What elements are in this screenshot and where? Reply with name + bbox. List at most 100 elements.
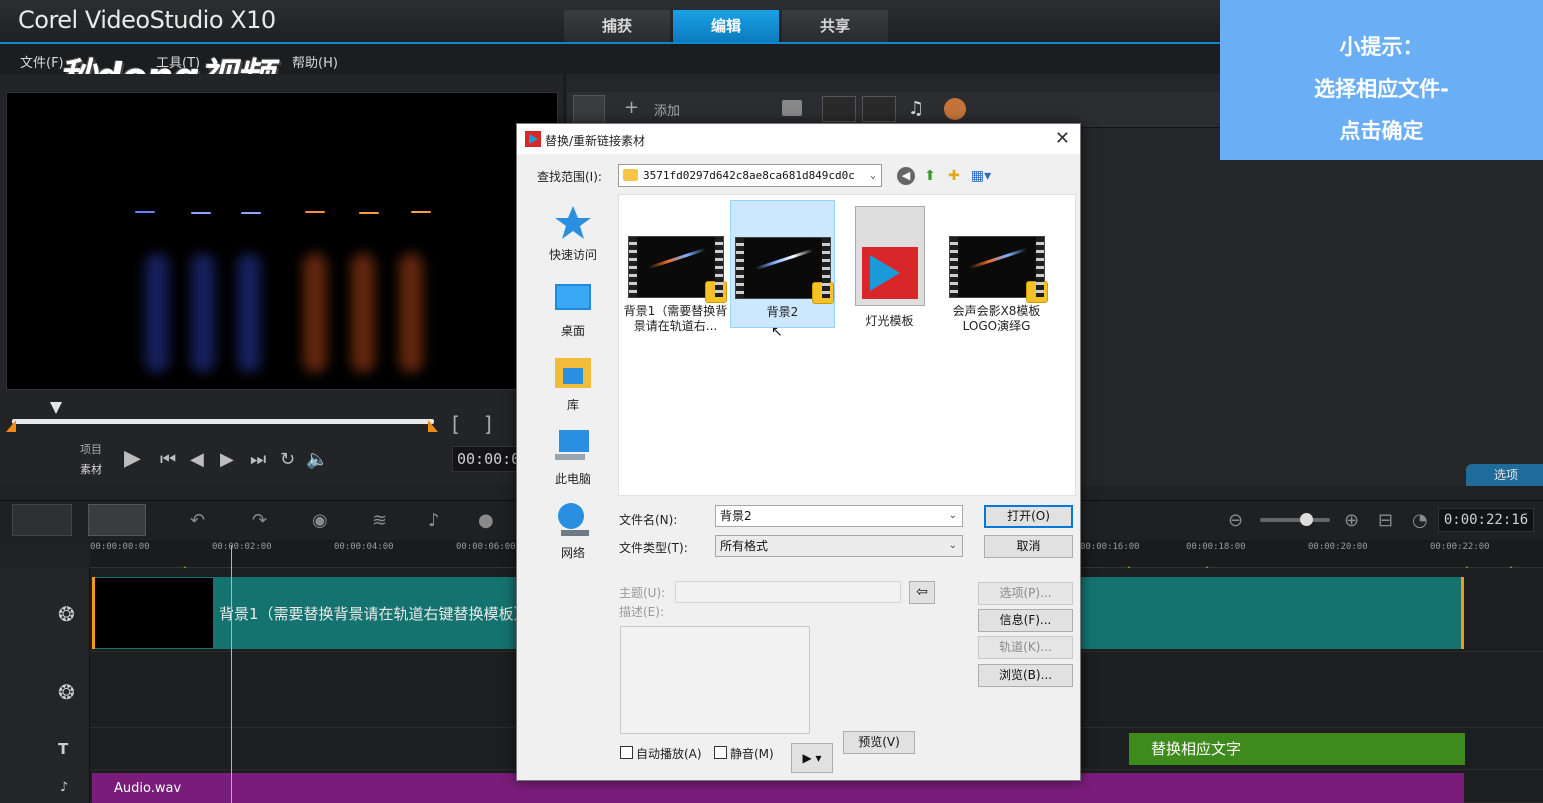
app-window: Corel VideoStudio X10 捕获 编辑 共享 文件(F) 工具(… <box>0 0 1543 803</box>
up-folder-icon[interactable]: ⬆ <box>921 167 939 185</box>
overlay-track-icon[interactable]: ❂ <box>58 680 75 704</box>
cancel-button[interactable]: 取消 <box>984 535 1073 558</box>
video-clip-label: 背景1（需要替换背景请在轨道右键替换模板） <box>219 605 529 623</box>
show-audio-icon[interactable]: ♫ <box>908 98 924 119</box>
record-capture-icon[interactable]: ◉ <box>312 510 328 531</box>
video-badge-icon <box>704 281 727 303</box>
description-label: 描述(E): <box>619 605 664 619</box>
mute-label: 静音(M) <box>730 747 774 761</box>
project-duration-icon[interactable]: ◔ <box>1412 510 1428 531</box>
filetype-select[interactable]: 所有格式 ⌄ <box>715 535 963 557</box>
autoplay-checkbox[interactable] <box>620 746 633 759</box>
tab-edit[interactable]: 编辑 <box>673 10 779 42</box>
arrow-left-icon[interactable]: ⇦ <box>909 581 935 604</box>
play-icon[interactable]: ▶ <box>124 446 141 471</box>
track-button[interactable]: 轨道(K)... <box>978 636 1073 659</box>
lookin-value: 3571fd0297d642c8ae8ca681d849cd0c <box>643 169 855 182</box>
file-item[interactable]: 会声会影X8模板LOGO演绎G <box>944 200 1049 333</box>
subject-field[interactable] <box>675 581 901 603</box>
subject-label: 主题(U): <box>619 586 666 600</box>
show-photo-icon[interactable] <box>862 96 896 122</box>
previous-frame-icon[interactable]: ◀ <box>190 449 204 470</box>
ruler-tick: 00:00:04:00 <box>334 542 394 552</box>
close-icon[interactable]: ✕ <box>1055 128 1070 149</box>
preview-screen <box>6 92 558 390</box>
place-library[interactable]: 库 <box>527 352 619 413</box>
video-track-icon[interactable]: ❂ <box>58 602 75 626</box>
auto-music-icon[interactable]: ♪ <box>428 510 440 531</box>
sort-icon[interactable] <box>944 98 966 120</box>
motion-tracking-icon[interactable]: ● <box>478 510 494 531</box>
options-button[interactable]: 选项 <box>1466 464 1543 486</box>
show-video-icon[interactable] <box>822 96 856 122</box>
video-clip-thumbnail <box>95 578 213 648</box>
filename-value: 背景2 <box>720 509 752 523</box>
library-icon <box>553 352 593 392</box>
title-track-icon[interactable]: T <box>58 740 68 758</box>
file-item[interactable]: 背景1（需要替换背景请在轨道右... <box>623 200 728 333</box>
clip-mode-label[interactable]: 素材 <box>80 461 102 477</box>
home-icon[interactable]: ⏮ <box>160 449 176 470</box>
place-label: 库 <box>566 398 579 412</box>
place-network[interactable]: 网络 <box>527 500 619 561</box>
timeline-view-icon[interactable] <box>88 504 146 536</box>
timeline-timecode[interactable]: 0:00:22:16 <box>1438 508 1534 532</box>
back-icon[interactable]: ◀ <box>897 167 915 185</box>
light-spark <box>411 211 431 213</box>
storyboard-view-icon[interactable] <box>12 504 72 536</box>
tab-capture[interactable]: 捕获 <box>564 10 670 42</box>
place-desktop[interactable]: 桌面 <box>527 278 619 339</box>
zoom-in-icon[interactable]: ⊕ <box>1344 510 1359 531</box>
lookin-dropdown[interactable]: 3571fd0297d642c8ae8ca681d849cd0c ⌄ <box>618 164 882 187</box>
file-name: 灯光模板 <box>865 314 914 328</box>
info-button[interactable]: 信息(F)... <box>978 609 1073 632</box>
light-beam <box>145 253 169 373</box>
playhead[interactable] <box>231 545 232 803</box>
file-list[interactable]: 背景1（需要替换背景请在轨道右... 背景2 灯光模板 会声会影X8模板LOGO… <box>618 194 1076 496</box>
file-item-selected[interactable]: 背景2 <box>730 200 835 328</box>
sound-mixer-icon[interactable]: ≋ <box>372 510 387 531</box>
menu-help[interactable]: 帮助(H) <box>292 52 338 71</box>
next-frame-icon[interactable]: ▶ <box>220 449 234 470</box>
project-mode-label[interactable]: 项目 <box>80 441 102 457</box>
redo-icon[interactable]: ↷ <box>252 510 267 531</box>
view-menu-icon[interactable]: ▦▾ <box>969 167 993 185</box>
options-button[interactable]: 选项(P)... <box>978 582 1073 605</box>
zoom-out-icon[interactable]: ⊖ <box>1228 510 1243 531</box>
app-logo-icon <box>525 131 541 147</box>
light-spark <box>191 212 211 214</box>
mute-checkbox[interactable] <box>714 746 727 759</box>
zoom-slider-thumb[interactable] <box>1300 513 1313 526</box>
end-icon[interactable]: ⏭ <box>250 449 266 470</box>
media-library-icon[interactable] <box>573 95 605 125</box>
ruler-tick: 00:00:22:00 <box>1430 542 1490 552</box>
place-this-pc[interactable]: 此电脑 <box>527 426 619 487</box>
title-clip[interactable]: 替换相应文字 <box>1129 733 1465 765</box>
video-thumbnail <box>734 237 834 304</box>
filename-label: 文件名(N): <box>619 513 678 527</box>
add-icon[interactable]: + <box>624 97 639 118</box>
undo-icon[interactable]: ↶ <box>190 510 205 531</box>
zoom-slider[interactable] <box>1260 518 1330 522</box>
play-preview-icon[interactable]: ▶ ▾ <box>791 743 833 773</box>
file-item[interactable]: 灯光模板 <box>837 200 942 328</box>
description-field[interactable] <box>620 626 810 734</box>
folder-icon[interactable] <box>782 100 802 116</box>
preview-button[interactable]: 预览(V) <box>843 731 915 754</box>
repeat-icon[interactable]: ↻ <box>280 449 295 470</box>
ruler-tick: 00:00:18:00 <box>1186 542 1246 552</box>
mark-out-button[interactable]: ] <box>484 412 492 436</box>
ruler-tick: 00:00:06:00 <box>456 542 516 552</box>
volume-icon[interactable]: 🔈 <box>306 449 328 470</box>
tab-share[interactable]: 共享 <box>782 10 888 42</box>
open-button[interactable]: 打开(O) <box>984 505 1073 528</box>
place-quick-access[interactable]: 快速访问 <box>527 202 619 263</box>
filename-field[interactable]: 背景2 ⌄ <box>715 505 963 527</box>
new-folder-icon[interactable]: ✚ <box>945 167 963 185</box>
scrubber-bar[interactable] <box>12 419 434 424</box>
browse-button[interactable]: 浏览(B)... <box>978 664 1073 687</box>
music-track-icon[interactable]: ♪ <box>60 780 68 795</box>
add-folder-label[interactable]: 添加 <box>654 100 680 119</box>
mark-in-button[interactable]: [ <box>452 412 460 436</box>
fit-project-icon[interactable]: ⊟ <box>1378 510 1393 531</box>
